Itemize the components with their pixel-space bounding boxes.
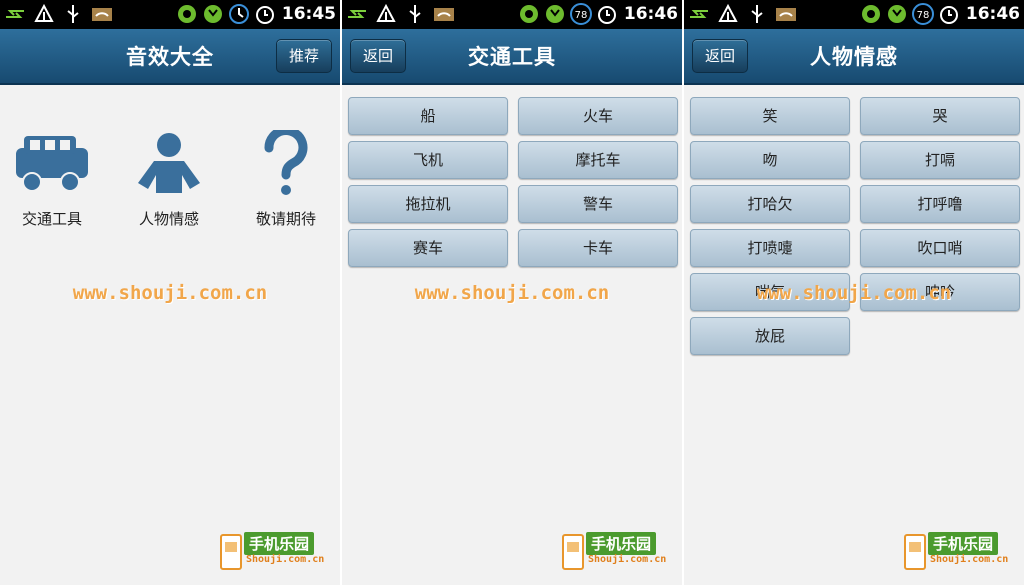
phone-icon <box>562 534 584 570</box>
sync-icon <box>519 5 538 23</box>
sound-button[interactable]: 吻 <box>690 141 850 179</box>
sound-button[interactable]: 飞机 <box>348 141 508 179</box>
battery-level: 78 <box>917 10 930 21</box>
phone-icon <box>220 534 242 570</box>
usb-icon <box>751 5 763 23</box>
status-time: 16:46 <box>965 4 1020 24</box>
sound-button[interactable]: 笑 <box>690 97 850 135</box>
usb-icon <box>67 5 79 23</box>
site-logo: 手机乐园 Shouji.com.cn <box>904 532 1016 570</box>
alarm-icon <box>939 6 958 24</box>
alarm-icon <box>597 6 616 24</box>
watermark: www.shouji.com.cn <box>72 282 268 304</box>
status-bar: 78 16:46 <box>684 0 1024 29</box>
watermark: www.shouji.com.cn <box>756 282 952 304</box>
clock-icon <box>228 4 249 24</box>
title-bar: 返回 交通工具 <box>342 29 682 85</box>
logo-domain: Shouji.com.cn <box>588 554 667 565</box>
recommend-button[interactable]: 推荐 <box>275 39 332 73</box>
signal-icon <box>203 5 222 23</box>
watermark: www.shouji.com.cn <box>414 282 610 304</box>
sound-button[interactable]: 船 <box>348 97 508 135</box>
sound-button[interactable]: 赛车 <box>348 229 508 267</box>
wifi-icon <box>92 8 112 21</box>
logo-brand: 手机乐园 <box>928 532 999 555</box>
upload-icon <box>376 3 396 22</box>
title-bar: 音效大全 推荐 <box>0 29 340 85</box>
status-time: 16:45 <box>281 4 336 24</box>
usb-transfer-icon <box>348 10 366 18</box>
sound-button[interactable]: 警车 <box>518 185 678 223</box>
site-logo: 手机乐园 Shouji.com.cn <box>562 532 674 570</box>
question-icon <box>264 130 308 195</box>
emotion-screen: 78 16:46 返回 人物情感 笑 哭 吻 打嗝 打哈欠 打呼噜 打喷嚏 吹口… <box>684 0 1024 585</box>
usb-transfer-icon <box>690 10 708 18</box>
sound-button[interactable]: 打哈欠 <box>690 185 850 223</box>
title-bar: 返回 人物情感 <box>684 29 1024 85</box>
battery-level: 78 <box>575 10 588 21</box>
category-emotion[interactable]: 人物情感 <box>119 128 219 229</box>
category-traffic[interactable]: 交通工具 <box>2 128 102 229</box>
sound-button[interactable]: 卡车 <box>518 229 678 267</box>
logo-brand: 手机乐园 <box>244 532 315 555</box>
battery-icon: 78 <box>911 3 934 25</box>
home-screen: 16:45 音效大全 推荐 交通工具 人物情感 敬请期待 www.shouji.… <box>0 0 340 585</box>
logo-brand: 手机乐园 <box>586 532 657 555</box>
sound-button[interactable]: 打喷嚏 <box>690 229 850 267</box>
signal-icon <box>545 5 564 23</box>
logo-domain: Shouji.com.cn <box>930 554 1009 565</box>
sound-button[interactable]: 拖拉机 <box>348 185 508 223</box>
wifi-icon <box>434 8 454 21</box>
category-label: 人物情感 <box>138 210 199 228</box>
logo-domain: Shouji.com.cn <box>246 554 325 565</box>
person-icon <box>138 133 200 193</box>
sound-button[interactable]: 摩托车 <box>518 141 678 179</box>
page-title: 人物情感 <box>810 45 898 69</box>
traffic-screen: 78 16:46 返回 交通工具 船 火车 飞机 摩托车 拖拉机 警车 赛车 卡… <box>342 0 682 585</box>
category-label: 敬请期待 <box>255 210 316 228</box>
usb-transfer-icon <box>6 10 24 18</box>
status-bar: 78 16:46 <box>342 0 682 29</box>
upload-icon <box>718 3 738 22</box>
usb-icon <box>409 5 421 23</box>
sound-button[interactable]: 哭 <box>860 97 1020 135</box>
category-label: 交通工具 <box>21 210 82 228</box>
alarm-icon <box>255 6 274 24</box>
status-bar: 16:45 <box>0 0 340 29</box>
sound-button[interactable]: 打呼噜 <box>860 185 1020 223</box>
signal-icon <box>887 5 906 23</box>
status-time: 16:46 <box>623 4 678 24</box>
wifi-icon <box>776 8 796 21</box>
battery-icon: 78 <box>569 3 592 25</box>
sound-button[interactable]: 吹口哨 <box>860 229 1020 267</box>
sync-icon <box>861 5 880 23</box>
page-title: 交通工具 <box>468 45 556 69</box>
car-icon <box>16 136 88 192</box>
phone-icon <box>904 534 926 570</box>
upload-icon <box>34 3 54 22</box>
sync-icon <box>177 5 196 23</box>
sound-button[interactable]: 打嗝 <box>860 141 1020 179</box>
sound-button[interactable]: 放屁 <box>690 317 850 355</box>
category-coming-soon[interactable]: 敬请期待 <box>236 128 336 229</box>
site-logo: 手机乐园 Shouji.com.cn <box>220 532 332 570</box>
sound-button[interactable]: 火车 <box>518 97 678 135</box>
